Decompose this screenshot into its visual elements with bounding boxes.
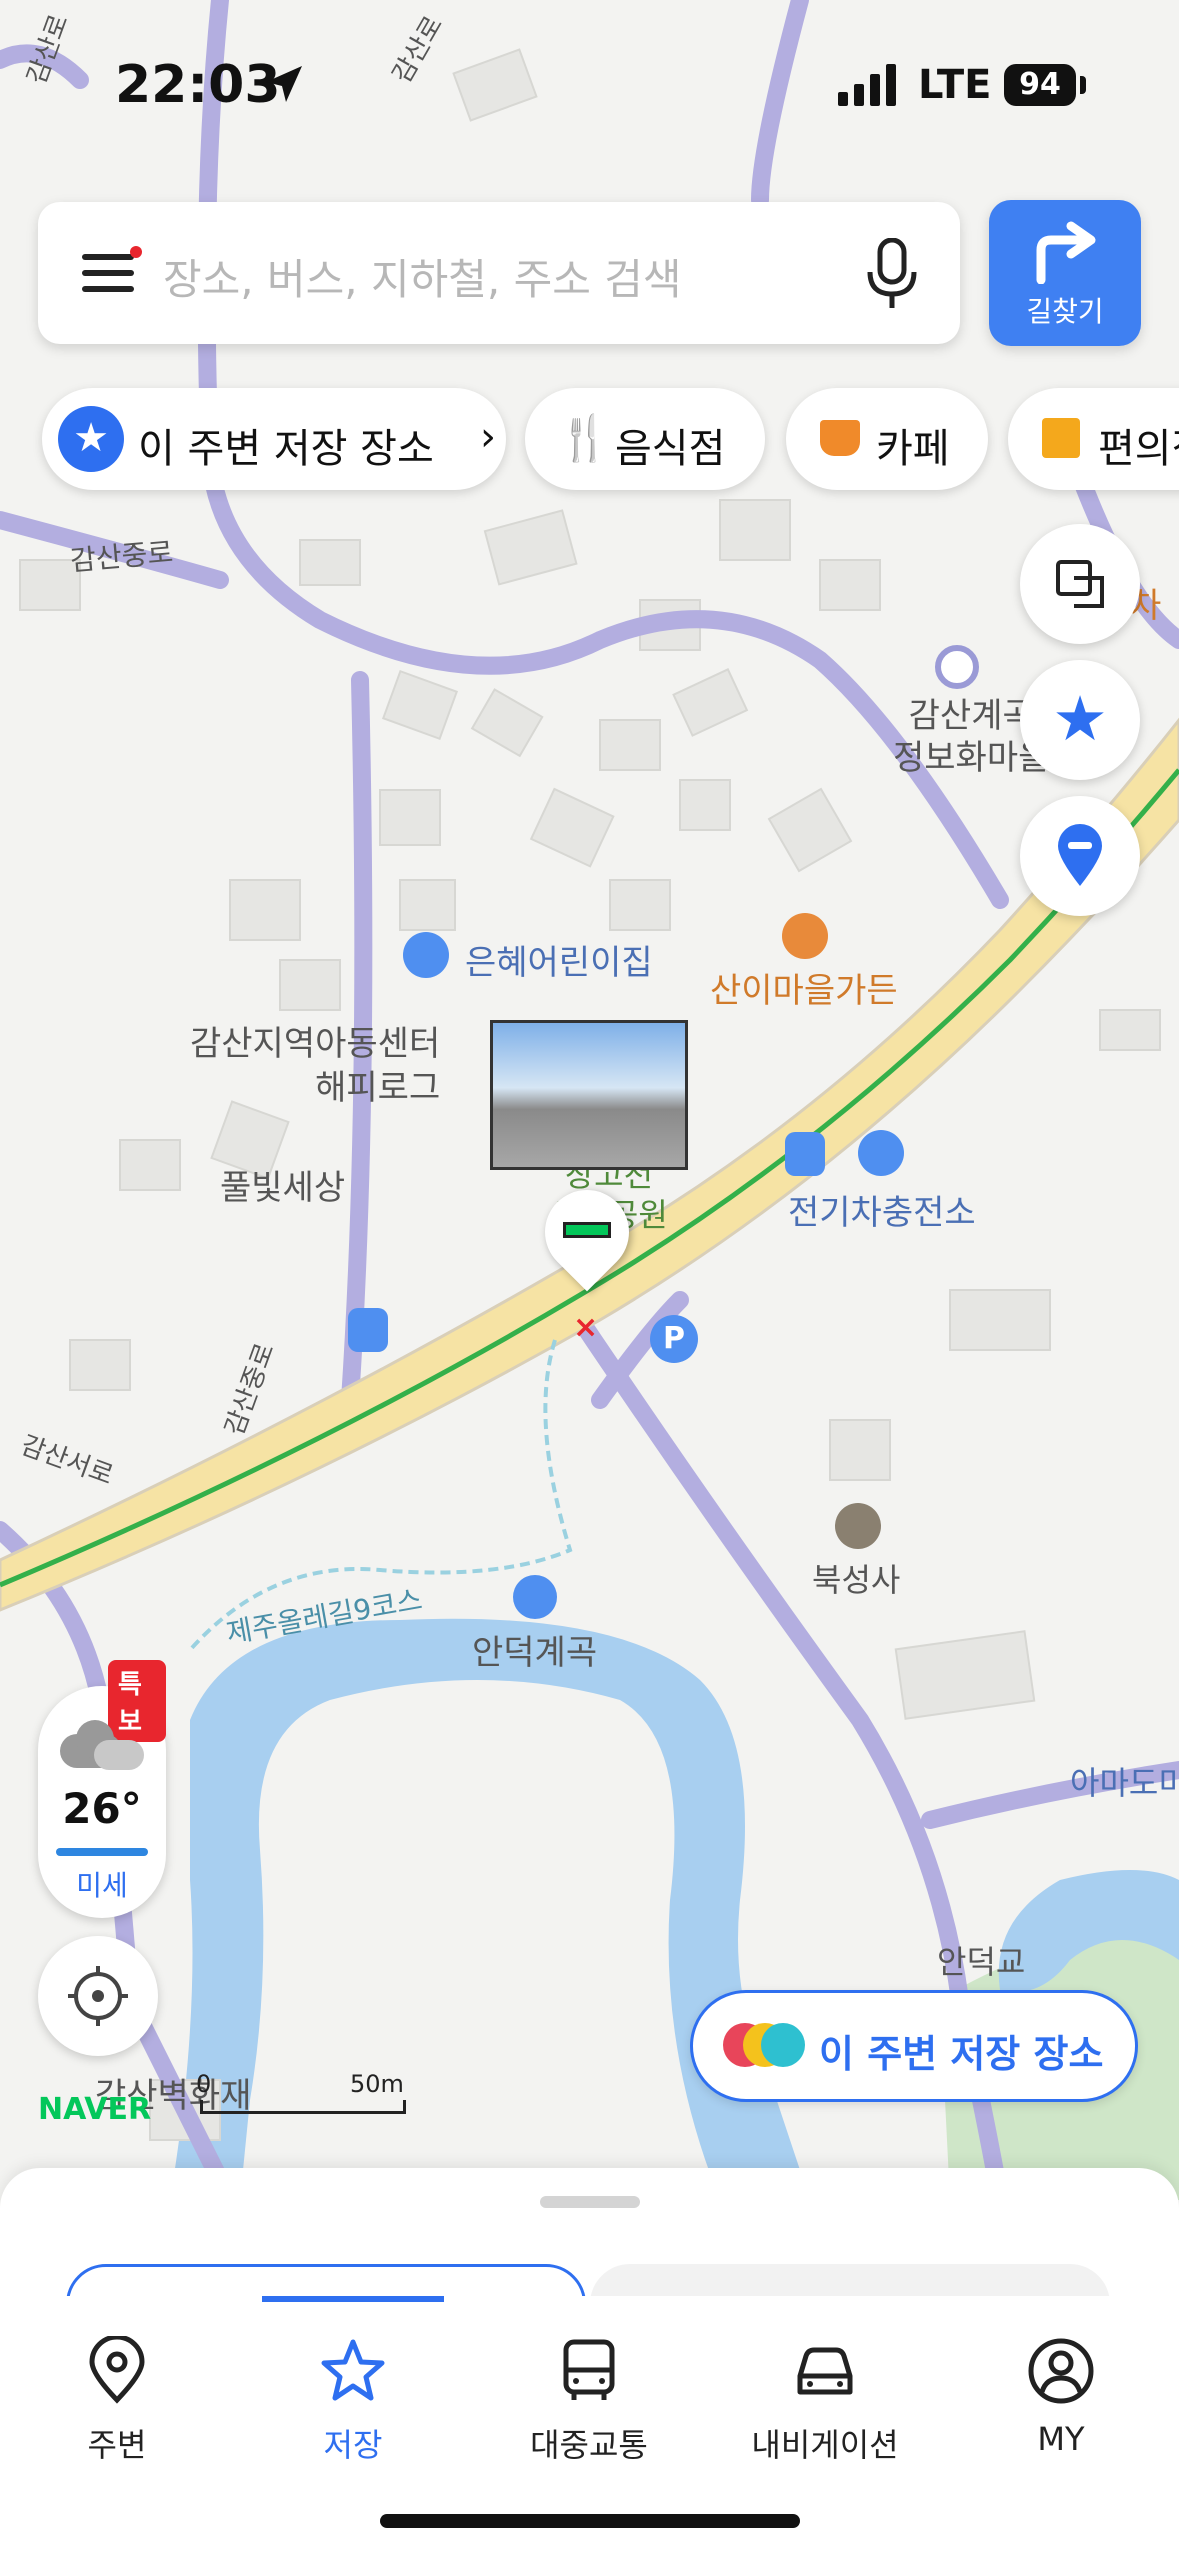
nav-item-nearby[interactable]: 주변	[17, 2334, 217, 2466]
nav-label: 저장	[323, 2426, 383, 2464]
parking-icon[interactable]: P	[650, 1315, 698, 1363]
battery-cap-icon	[1080, 76, 1086, 94]
crosshair-icon	[68, 1966, 128, 2026]
cloud-icon	[60, 1720, 144, 1770]
weather-widget[interactable]: 특보 26° 미세	[38, 1660, 166, 1918]
chip-label: 편의점	[1098, 426, 1179, 472]
cup-icon	[820, 420, 860, 456]
star-icon: ★	[1052, 682, 1108, 755]
nearby-saved-places-button[interactable]: 이 주변 저장 장소	[690, 1990, 1138, 2102]
current-location-button[interactable]	[38, 1936, 158, 2056]
map-label-place[interactable]: 아마도미	[1070, 1758, 1179, 1804]
bus-stop-icon[interactable]	[785, 1132, 825, 1176]
saved-list-icon	[723, 2023, 805, 2069]
bottom-navigation: 주변 저장 대중교통 내비게이션 MY	[0, 2296, 1179, 2556]
scale-zero: 0	[196, 2070, 212, 2098]
sheet-handle[interactable]	[540, 2196, 640, 2208]
store-icon	[1042, 418, 1080, 458]
menu-icon[interactable]	[82, 246, 142, 300]
daycare-icon[interactable]	[403, 932, 449, 978]
map-label-place: 안덕교	[937, 1943, 1026, 1981]
chevron-right-icon: ›	[480, 414, 496, 460]
scale-distance: 50m	[350, 2070, 404, 2098]
nav-label: 내비게이션	[751, 2426, 899, 2464]
temperature: 26°	[62, 1784, 142, 1833]
chip-convenience[interactable]: 편의점	[1008, 388, 1179, 490]
restaurant-icon[interactable]	[782, 913, 828, 959]
home-indicator	[380, 2514, 800, 2528]
directions-label: 길찾기	[1026, 295, 1104, 328]
map-label-place[interactable]: 은혜어린이집	[465, 935, 653, 984]
search-placeholder[interactable]: 장소, 버스, 지하철, 주소 검색	[163, 246, 682, 307]
clock: 22:03	[115, 55, 281, 115]
map-label-place[interactable]: 산이마을가든	[710, 963, 898, 1012]
location-pin-icon	[89, 2334, 145, 2404]
crosswalk-x-icon: ×	[573, 1310, 599, 1345]
my-location-marker-button[interactable]	[1020, 796, 1140, 916]
bus-icon	[563, 2339, 615, 2400]
chip-restaurant[interactable]: 🍴 음식점	[525, 388, 765, 490]
street-view-thumbnail[interactable]	[490, 1020, 688, 1170]
directions-button[interactable]: 길찾기	[989, 200, 1141, 346]
map-label-place[interactable]: 안덕계곡	[472, 1625, 597, 1674]
layers-icon	[1056, 560, 1104, 608]
status-bar: 22:03 LTE 94	[0, 0, 1179, 180]
ev-charge-icon[interactable]	[858, 1130, 904, 1176]
chip-label: 이 주변 저장 장소	[138, 426, 434, 472]
layers-button[interactable]	[1020, 524, 1140, 644]
nav-item-transit[interactable]: 대중교통	[489, 2336, 689, 2466]
map-label-place[interactable]: 감산지역아동센터 해피로그	[190, 1022, 440, 1110]
chip-label: 카페	[876, 426, 950, 472]
location-pin-minus-icon	[1058, 824, 1102, 886]
microphone-icon[interactable]	[864, 238, 920, 310]
dust-level-bar	[56, 1848, 148, 1856]
nav-label: 주변	[87, 2426, 147, 2464]
temple-icon[interactable]	[835, 1503, 881, 1549]
map-label-place[interactable]: 북성사	[812, 1555, 900, 1601]
map-label-place[interactable]: 전기차충전소	[788, 1185, 976, 1234]
naver-logo: NAVER	[38, 2092, 152, 2127]
nav-label: 대중교통	[530, 2426, 648, 2464]
dust-label: 미세	[76, 1869, 128, 1902]
marker-bar-icon	[563, 1222, 611, 1238]
battery-level: 94	[1004, 64, 1076, 106]
trail-icon[interactable]	[513, 1575, 557, 1619]
nav-item-navigation[interactable]: 내비게이션	[725, 2336, 925, 2466]
fork-knife-icon: 🍴	[557, 413, 612, 464]
pin-circle-icon[interactable]	[935, 645, 979, 689]
location-arrow-icon	[266, 66, 302, 102]
turn-right-arrow-icon	[1036, 221, 1096, 284]
active-tab-indicator	[262, 2296, 444, 2302]
signal-icon	[838, 64, 896, 106]
car-icon	[797, 2347, 853, 2395]
search-bar[interactable]: 장소, 버스, 지하철, 주소 검색	[38, 202, 960, 344]
user-icon	[1028, 2338, 1094, 2404]
bus-stop-icon[interactable]	[348, 1308, 388, 1352]
network-label: LTE	[918, 62, 992, 108]
chip-label: 음식점	[615, 426, 726, 472]
chip-cafe[interactable]: 카페	[786, 388, 988, 490]
nav-item-my[interactable]: MY	[961, 2336, 1161, 2458]
nav-label: MY	[1037, 2420, 1085, 2458]
nav-item-saved[interactable]: 저장	[253, 2336, 453, 2466]
star-icon	[321, 2339, 385, 2401]
star-icon: ★	[58, 406, 124, 472]
saved-places-label: 이 주변 저장 장소	[819, 2032, 1104, 2076]
map-label-place[interactable]: 풀빛세상	[220, 1160, 345, 1209]
favorites-button[interactable]: ★	[1020, 660, 1140, 780]
chip-saved-places[interactable]: ★ 이 주변 저장 장소 ›	[42, 388, 506, 490]
scale-bar	[200, 2100, 406, 2114]
